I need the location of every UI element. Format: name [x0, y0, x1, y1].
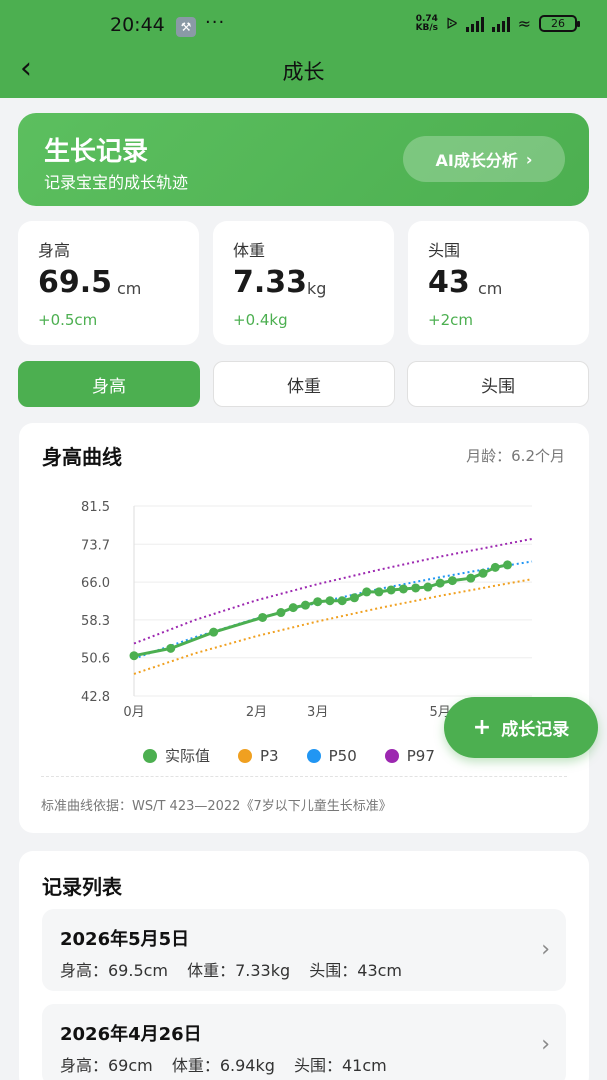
metric-label: 身高 — [38, 241, 71, 260]
height-chart: 81.573.766.058.350.642.80月2月3月5月6月 — [81, 500, 533, 720]
data-point — [349, 593, 359, 603]
metric-unit: cm — [117, 279, 142, 298]
metric-value: 43 — [428, 265, 470, 300]
metric-card-weight[interactable]: 体重 7.33 kg +0.4kg — [213, 221, 394, 345]
tab-height[interactable]: 身高 — [18, 361, 200, 407]
metric-card-height[interactable]: 身高 69.5 cm +0.5cm — [18, 221, 199, 345]
data-point — [374, 587, 384, 597]
data-point — [478, 568, 488, 578]
data-point — [503, 560, 513, 570]
legend-item-p3: P3 — [238, 745, 279, 766]
metric-delta: +2cm — [428, 311, 473, 329]
network-speed: 0.74 KB/s — [415, 13, 439, 33]
record-info: 身高：69.5cm 体重：7.33kg 头围：43cm — [60, 961, 403, 980]
x-tick-label: 3月 — [307, 705, 328, 720]
battery-icon: 26 — [539, 15, 580, 32]
list-item[interactable]: 2026年4月26日 身高：69cm 体重：6.94kg 头围：41cm › — [42, 1004, 566, 1080]
y-tick-label: 81.5 — [81, 500, 110, 515]
metric-unit: cm — [478, 279, 503, 298]
signal-icon-1 — [465, 16, 484, 32]
data-point — [300, 600, 310, 610]
data-point — [313, 597, 323, 607]
data-point — [447, 576, 457, 586]
data-point — [325, 596, 335, 606]
metric-value: 7.33 — [233, 265, 308, 300]
data-point — [362, 587, 372, 597]
ai-analysis-button[interactable]: AI成长分析 › — [403, 136, 565, 182]
record-list-title: 记录列表 — [42, 875, 122, 899]
metric-delta: +0.5cm — [38, 311, 98, 329]
data-point — [288, 603, 298, 613]
bluetooth-icon: ᐉ — [446, 14, 458, 33]
list-item[interactable]: 2026年5月5日 身高：69.5cm 体重：7.33kg 头围：43cm › — [42, 909, 566, 991]
metric-unit: kg — [307, 279, 327, 298]
data-point — [490, 562, 500, 572]
legend-dot-icon — [238, 748, 253, 763]
ai-analysis-label: AI成长分析 — [435, 151, 518, 170]
status-icons: 0.74 KB/s ᐉ ≈ 26 — [415, 13, 580, 33]
y-tick-label: 58.3 — [81, 614, 110, 629]
record-date: 2026年4月26日 — [60, 1024, 202, 1045]
metric-label: 体重 — [233, 241, 266, 260]
more-notifications-icon: ··· — [205, 12, 226, 33]
data-point — [129, 651, 139, 661]
data-point — [166, 643, 176, 653]
chart-standard-note: 标准曲线依据：WS/T 423—2022《7岁以下儿童生长标准》 — [41, 799, 392, 814]
legend-dot-icon — [306, 748, 321, 763]
series-line-p97 — [133, 537, 533, 645]
data-point — [276, 608, 286, 618]
metric-label: 头围 — [428, 241, 461, 260]
growth-record-banner: 生长记录 记录宝宝的成长轨迹 AI成长分析 › — [18, 113, 589, 206]
legend-dot-icon — [143, 748, 157, 763]
chevron-right-icon: › — [541, 937, 550, 962]
fab-label: 成长记录 — [501, 720, 570, 740]
data-point — [386, 585, 396, 595]
app-bar: 20:44 ⚒ ··· 0.74 KB/s ᐉ ≈ 26 ‹ 成长 — [0, 0, 607, 98]
data-point — [258, 612, 268, 622]
metric-delta: +0.4kg — [233, 311, 288, 329]
chevron-right-icon: › — [525, 149, 533, 169]
status-bar: 20:44 ⚒ ··· 0.74 KB/s ᐉ ≈ 26 — [0, 0, 607, 50]
legend-item-p50: P50 — [306, 745, 357, 766]
banner-subtitle: 记录宝宝的成长轨迹 — [44, 173, 189, 192]
chart-legend: 实际值 P3 P50 P97 — [143, 745, 435, 766]
data-point — [466, 573, 476, 583]
data-point — [337, 596, 347, 606]
y-tick-label: 66.0 — [81, 576, 110, 591]
height-chart-card: 身高曲线 月龄：6.2个月 81.5 73.7 66.0 58.3 50.6 42.8 0月… — [19, 423, 589, 833]
y-tick-label: 50.6 — [81, 652, 110, 667]
metric-value: 69.5 — [38, 265, 113, 300]
x-tick-label: 2月 — [246, 705, 267, 720]
signal-icon-2 — [491, 16, 510, 32]
data-point — [398, 584, 408, 594]
x-tick-label: 0月 — [123, 705, 144, 720]
y-tick-label: 42.8 — [81, 690, 110, 705]
plus-icon: + — [472, 714, 492, 740]
data-point — [423, 582, 433, 592]
tab-weight[interactable]: 体重 — [213, 361, 395, 407]
banner-title: 生长记录 — [44, 137, 149, 167]
record-date: 2026年5月5日 — [60, 929, 190, 950]
wrench-icon: ⚒ — [176, 17, 196, 37]
page-title: 成长 — [282, 60, 325, 84]
data-point — [435, 578, 445, 588]
data-point — [411, 583, 421, 593]
wifi-icon: ≈ — [517, 14, 531, 33]
chart-divider — [41, 776, 567, 777]
record-info: 身高：69cm 体重：6.94kg 头围：41cm — [60, 1056, 387, 1075]
legend-item-p97: P97 — [384, 745, 435, 766]
y-tick-label: 73.7 — [81, 538, 110, 553]
status-time: 20:44 — [110, 14, 165, 36]
tab-head[interactable]: 头围 — [407, 361, 589, 407]
legend-dot-icon — [384, 748, 399, 763]
chevron-right-icon: › — [541, 1032, 550, 1057]
record-list-card: 记录列表 2026年5月5日 身高：69.5cm 体重：7.33kg 头围：43… — [19, 851, 589, 1080]
legend-item-actual: 实际值 — [143, 745, 210, 766]
metric-card-head[interactable]: 头围 43 cm +2cm — [408, 221, 589, 345]
series-line-p3 — [133, 578, 533, 675]
add-growth-record-button[interactable]: + 成长记录 — [444, 697, 598, 758]
data-point — [209, 627, 219, 637]
